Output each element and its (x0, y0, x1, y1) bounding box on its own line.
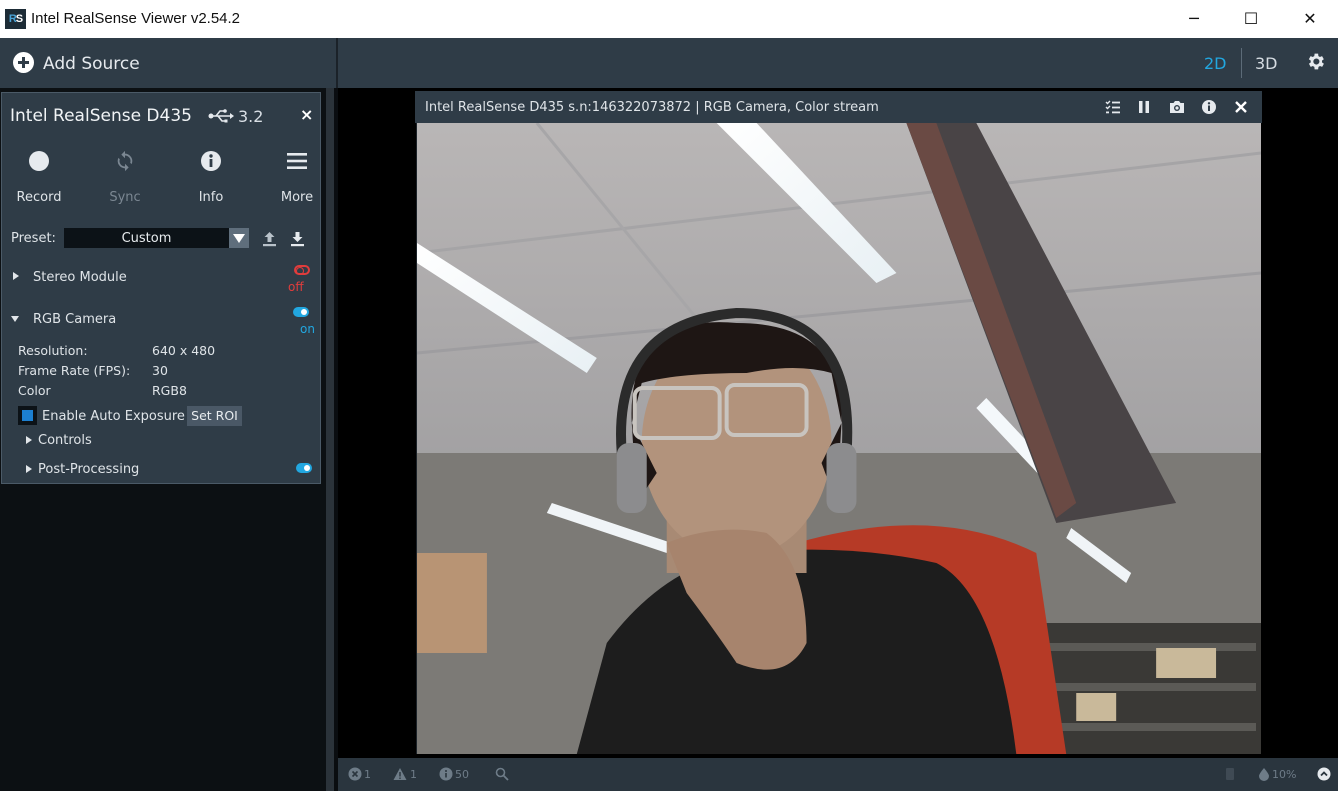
resolution-label: Resolution: (18, 343, 88, 358)
stream-options-list-icon[interactable] (1105, 99, 1121, 115)
close-window-button[interactable]: ✕ (1281, 0, 1338, 38)
stream-title: Intel RealSense D435 s.n:146322073872 | … (425, 100, 879, 115)
frame-rate-value[interactable]: 30 (152, 363, 168, 378)
post-processing-label[interactable]: Post-Processing (38, 462, 139, 477)
resolution-value[interactable]: 640 x 480 (152, 343, 215, 358)
stereo-module-toggle[interactable] (294, 265, 310, 275)
sync-label: Sync (109, 190, 141, 205)
mode-3d-button[interactable]: 3D (1255, 54, 1278, 73)
auto-exposure-checkbox[interactable] (18, 406, 37, 425)
download-preset-icon[interactable] (290, 231, 305, 247)
usb-version: 3.2 (238, 107, 264, 126)
rgb-camera-label[interactable]: RGB Camera (33, 312, 116, 327)
info-count: 50 (455, 768, 469, 781)
warning-count-icon[interactable] (393, 767, 407, 781)
color-format-label: Color (18, 383, 51, 398)
more-button[interactable]: More (267, 148, 327, 205)
color-format-value[interactable]: RGB8 (152, 383, 187, 398)
app-logo: RS (5, 9, 26, 29)
memory-icon (1226, 768, 1234, 780)
mode-separator (1241, 48, 1242, 78)
pause-icon[interactable] (1136, 99, 1152, 115)
maximize-button[interactable]: ☐ (1222, 0, 1280, 38)
settings-gear-icon[interactable] (1305, 51, 1326, 72)
cpu-drop-icon (1259, 768, 1269, 781)
frame-rate-label: Frame Rate (FPS): (18, 363, 131, 378)
add-source-button[interactable]: Add Source (43, 54, 140, 74)
menu-icon (287, 153, 307, 169)
error-count-icon[interactable] (348, 767, 362, 781)
record-button[interactable]: Record (9, 148, 69, 205)
warning-count: 1 (410, 768, 417, 781)
rgb-camera-state: on (300, 322, 315, 336)
window-title: Intel RealSense Viewer v2.54.2 (31, 10, 241, 27)
view-mode-bar (338, 38, 1338, 88)
search-log-icon[interactable] (495, 767, 509, 781)
post-processing-expand-icon[interactable] (26, 465, 32, 473)
expand-log-icon[interactable] (1317, 767, 1331, 781)
rgb-camera-toggle[interactable] (293, 307, 309, 317)
controls-expand-icon[interactable] (26, 436, 32, 444)
auto-exposure-label: Enable Auto Exposure (42, 409, 185, 424)
stream-info-icon[interactable] (1201, 99, 1217, 115)
usb-icon (208, 109, 234, 123)
mode-2d-button[interactable]: 2D (1204, 54, 1227, 73)
info-count-icon[interactable] (439, 767, 453, 781)
record-label: Record (16, 190, 62, 205)
color-stream-frame[interactable] (416, 123, 1261, 754)
remove-device-button[interactable]: × (300, 105, 313, 124)
info-label: Info (198, 190, 224, 205)
error-count: 1 (364, 768, 371, 781)
add-source-icon[interactable] (13, 52, 34, 73)
preset-label: Preset: (11, 231, 56, 246)
rgb-camera-collapse-icon[interactable] (11, 316, 19, 322)
info-icon (201, 151, 221, 171)
stereo-module-expand-icon[interactable] (13, 272, 19, 280)
status-bar (338, 758, 1338, 791)
preset-dropdown-arrow-icon[interactable] (229, 228, 249, 248)
snapshot-camera-icon[interactable] (1169, 99, 1185, 115)
stereo-module-label[interactable]: Stereo Module (33, 270, 127, 285)
cpu-usage: 10% (1272, 768, 1297, 781)
preset-select[interactable]: Custom (64, 228, 229, 248)
more-label: More (280, 190, 314, 205)
upload-preset-icon[interactable] (262, 231, 277, 247)
post-processing-toggle[interactable] (296, 463, 312, 473)
device-panel-scrollbar[interactable] (326, 88, 334, 791)
controls-label[interactable]: Controls (38, 433, 92, 448)
info-button[interactable]: Info (181, 148, 241, 205)
stereo-module-state: off (288, 280, 304, 294)
sync-button[interactable]: Sync (95, 148, 155, 205)
close-stream-icon[interactable] (1233, 99, 1249, 115)
set-roi-button[interactable]: Set ROI (187, 406, 242, 426)
minimize-button[interactable]: ─ (1165, 0, 1223, 38)
sync-icon (117, 150, 133, 172)
record-icon (29, 151, 49, 171)
device-name: Intel RealSense D435 (10, 106, 192, 126)
